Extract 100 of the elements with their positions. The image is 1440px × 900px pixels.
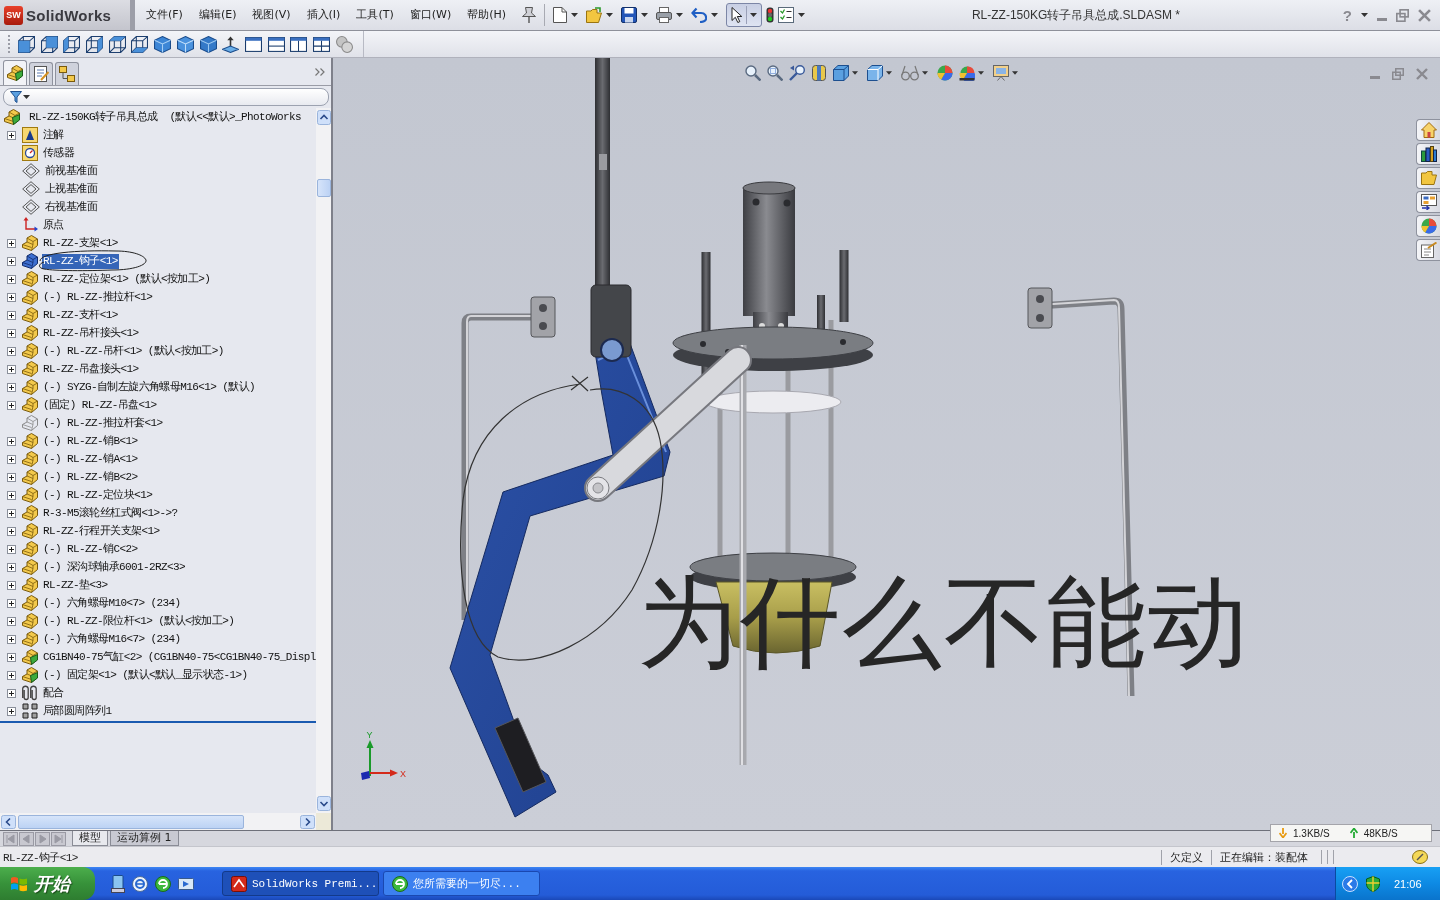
magnifier-icon[interactable]	[745, 65, 761, 81]
chevron-icon[interactable]	[1342, 875, 1358, 892]
panel-tab[interactable]	[3, 60, 27, 85]
expand-icon[interactable]	[7, 490, 16, 500]
tree-item[interactable]: (-) RL-ZZ-定位块<1>	[42, 487, 154, 503]
tree-item[interactable]: 配合	[42, 685, 65, 701]
tree-item[interactable]: (-) 固定架<1> (默认<默认_显示状态-1>)	[42, 667, 249, 683]
menu-item[interactable]: 工具(T)	[348, 6, 402, 24]
horizontal-scrollbar[interactable]	[0, 813, 316, 830]
tree-item[interactable]: (-) RL-ZZ-销B<2>	[42, 469, 139, 485]
task-pane-tab[interactable]	[1416, 191, 1440, 213]
caret-icon[interactable]	[641, 13, 649, 17]
expand-icon[interactable]	[7, 616, 16, 626]
caret-icon[interactable]	[978, 71, 984, 75]
previous-view-icon[interactable]	[789, 65, 805, 81]
tree-item[interactable]: 传感器	[42, 145, 76, 161]
taskbar-button[interactable]: SolidWorks Premi...	[222, 871, 379, 896]
caret-icon[interactable]	[922, 71, 928, 75]
scroll-left-icon[interactable]	[1, 814, 16, 829]
tree-item[interactable]: 上视基准面	[44, 181, 98, 197]
cube-icon[interactable]	[154, 35, 172, 53]
section-view-icon[interactable]	[811, 65, 827, 81]
expand-icon[interactable]	[7, 706, 16, 716]
tree-item[interactable]: (-) RL-ZZ-吊杆<1> (默认<按加工>)	[42, 343, 225, 359]
tree-item[interactable]: (固定) RL-ZZ-吊盘<1>	[42, 397, 158, 413]
desktop-icon[interactable]	[111, 874, 125, 893]
tree-item[interactable]: RL-ZZ-150KG转子吊具总成 (默认<<默认>_PhotoWorks	[28, 109, 303, 125]
pencil-badge-icon[interactable]	[1412, 850, 1428, 864]
tree-item[interactable]: 右视基准面	[44, 199, 98, 215]
expand-icon[interactable]	[7, 130, 16, 140]
start-button[interactable]: 开始	[0, 867, 95, 900]
expand-icon[interactable]	[7, 508, 16, 518]
tree-item[interactable]: (-) RL-ZZ-销A<1>	[42, 451, 139, 467]
magnifier-icon[interactable]	[767, 65, 783, 81]
caret-icon[interactable]	[676, 13, 684, 17]
panel-tab[interactable]	[55, 62, 79, 85]
arrow-on-plane-icon[interactable]	[222, 35, 240, 53]
expand-icon[interactable]	[7, 400, 16, 410]
tree-item[interactable]: (-) RL-ZZ-限位杆<1> (默认<按加工>)	[42, 613, 236, 629]
expand-icon[interactable]	[7, 580, 16, 590]
expand-icon[interactable]	[7, 238, 16, 248]
wireframe-cube-icon[interactable]	[86, 35, 104, 53]
scroll-thumb[interactable]	[18, 814, 244, 829]
cube-icon[interactable]	[833, 65, 849, 81]
color-wheel-icon[interactable]	[937, 65, 953, 81]
browser-icon[interactable]	[155, 875, 171, 892]
tree-item[interactable]: (-) 六角螺母M16<7> (234)	[42, 631, 182, 647]
caret-icon[interactable]	[711, 13, 719, 17]
tree-item[interactable]: RL-ZZ-支杆<1>	[42, 307, 119, 323]
caret-icon[interactable]	[798, 13, 806, 17]
menu-item[interactable]: 窗口(W)	[401, 6, 460, 24]
bottom-tab[interactable]: 模型	[72, 831, 108, 846]
expand-icon[interactable]	[7, 364, 16, 374]
viewport-layout-icon[interactable]	[267, 35, 285, 53]
caret-icon[interactable]	[1361, 13, 1368, 17]
tree-item[interactable]: 原点	[42, 217, 65, 233]
new-document-icon[interactable]	[553, 7, 568, 23]
caret-icon[interactable]	[571, 13, 579, 17]
caret-icon[interactable]	[606, 13, 614, 17]
task-pane-tab[interactable]	[1416, 143, 1440, 165]
vertical-scrollbar[interactable]	[316, 108, 331, 813]
expand-icon[interactable]	[7, 436, 16, 446]
select-tool-button[interactable]	[726, 3, 763, 27]
viewport-layout-icon[interactable]	[290, 35, 308, 53]
cube-icon[interactable]	[199, 35, 217, 53]
expand-icon[interactable]	[7, 274, 16, 284]
traffic-light-icon[interactable]	[766, 7, 775, 23]
minimize-icon[interactable]	[1377, 17, 1387, 21]
overlapping-circles-icon[interactable]	[335, 35, 353, 53]
checklist-icon[interactable]	[778, 7, 795, 23]
caret-icon[interactable]	[886, 71, 892, 75]
tree-item[interactable]: (-) 深沟球轴承6001-2RZ<3>	[42, 559, 187, 575]
tree-item[interactable]: RL-ZZ-垫<3>	[42, 577, 109, 593]
expand-icon[interactable]	[7, 346, 16, 356]
expand-icon[interactable]	[7, 256, 16, 266]
tree-item[interactable]: RL-ZZ-吊盘接头<1>	[42, 361, 140, 377]
tree-item[interactable]: RL-ZZ-吊杆接头<1>	[42, 325, 140, 341]
viewport-layout-icon[interactable]	[244, 35, 262, 53]
expand-icon[interactable]	[7, 688, 16, 698]
scroll-up-icon[interactable]	[316, 110, 331, 125]
tree-item[interactable]: (-) 六角螺母M10<7> (234)	[42, 595, 182, 611]
tree-item[interactable]: RL-ZZ-定位架<1> (默认<按加工>)	[42, 271, 212, 287]
browser-icon[interactable]	[132, 875, 148, 892]
filter-field[interactable]	[3, 88, 329, 106]
expand-icon[interactable]	[7, 544, 16, 554]
wireframe-cube-icon[interactable]	[18, 35, 35, 53]
undo-arrow-icon[interactable]	[691, 7, 708, 23]
tree-item[interactable]: R-3-M5滚轮丝杠式阀<1>->?	[42, 505, 179, 521]
pushpin-icon[interactable]	[522, 7, 537, 23]
scroll-thumb[interactable]	[316, 179, 331, 197]
tree-item[interactable]: (-) RL-ZZ-销B<1>	[42, 433, 139, 449]
expand-icon[interactable]	[7, 382, 16, 392]
shield-icon[interactable]	[1366, 875, 1380, 892]
menu-item[interactable]: 视图(V)	[244, 6, 299, 24]
tree-item[interactable]: (-) RL-ZZ-销C<2>	[42, 541, 139, 557]
tree-item[interactable]: 注解	[42, 127, 65, 143]
menu-item[interactable]: 文件(F)	[138, 6, 191, 24]
double-chevron-icon[interactable]	[315, 67, 325, 76]
video-play-icon[interactable]	[178, 875, 194, 892]
tree-item[interactable]: (-) SYZG-自制左旋六角螺母M16<1> (默认)	[42, 379, 257, 395]
